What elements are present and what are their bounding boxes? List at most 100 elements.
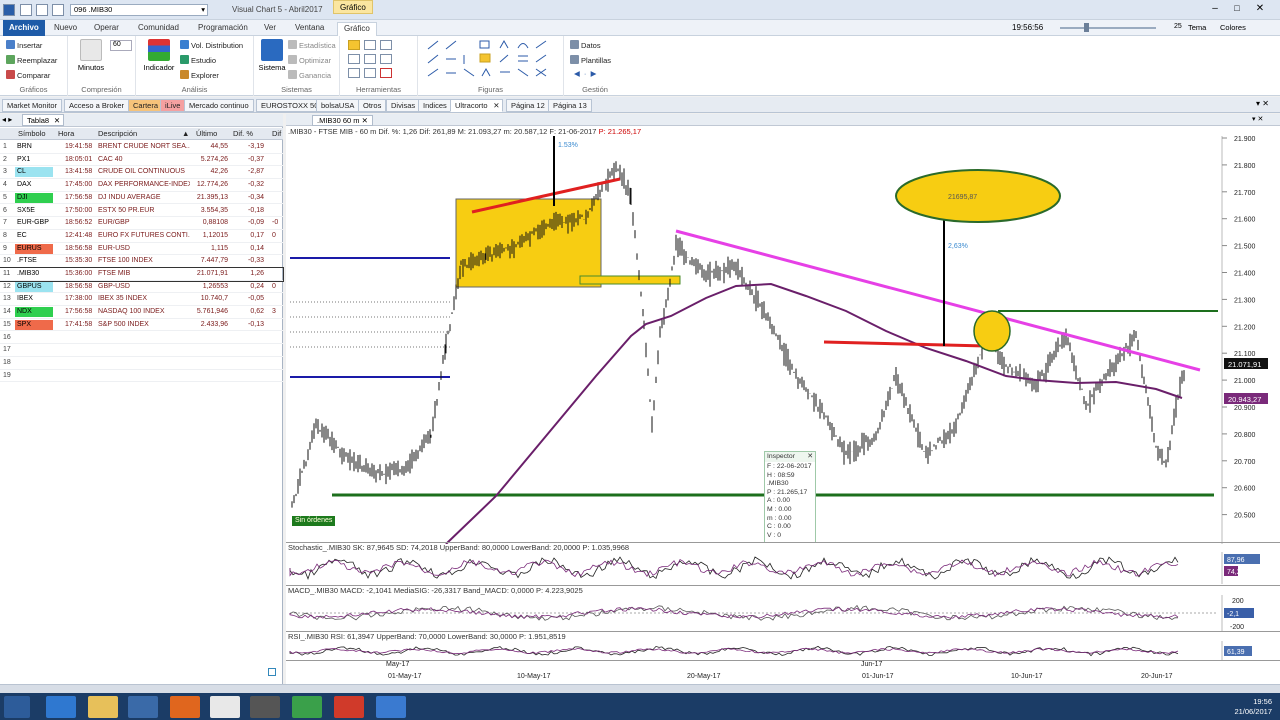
start-button-icon[interactable] bbox=[4, 696, 30, 718]
tab-ventana[interactable]: Ventana bbox=[289, 22, 330, 36]
table-row[interactable]: 6 SX5E 17:50:00 ESTX 50 PR.EUR 3.554,35 -0,18 bbox=[0, 205, 283, 218]
table-row[interactable]: 14 NDX 17:56:58 NASDAQ 100 INDEX 5.761,946 0,… bbox=[0, 306, 283, 319]
table-row[interactable]: 17 bbox=[0, 344, 283, 357]
wstab-eurostoxx50[interactable]: EUROSTOXX 50 bbox=[256, 99, 324, 112]
visual-chart-icon[interactable] bbox=[250, 696, 280, 718]
app-icon[interactable] bbox=[3, 4, 15, 16]
tab-comunidad[interactable]: Comunidad bbox=[132, 22, 185, 36]
context-tab-grafico[interactable]: Gráfico bbox=[333, 0, 373, 14]
wstab-otros[interactable]: Otros bbox=[358, 99, 387, 112]
target-ellipse[interactable] bbox=[895, 169, 1061, 223]
ganancia-button[interactable]: Ganancia bbox=[288, 70, 331, 80]
optimizar-button[interactable]: Optimizar bbox=[288, 55, 331, 65]
zoom-tool-icon[interactable] bbox=[380, 40, 392, 50]
pointer-tool-icon[interactable] bbox=[348, 40, 360, 50]
chart-window-controls-icon[interactable]: ▾ ✕ bbox=[1252, 115, 1263, 123]
small-ellipse[interactable] bbox=[973, 310, 1011, 352]
col-descripcion[interactable]: Descripción bbox=[98, 129, 137, 138]
workspace-selector[interactable]: 096 .MIB30 ▾ bbox=[70, 4, 208, 16]
wstab-cartera[interactable]: Cartera bbox=[128, 99, 164, 112]
table-row[interactable]: 3 CL 13:41:58 CRUDE OIL CONTINUOUS 42,26 -2,8… bbox=[0, 166, 283, 180]
table-tab[interactable]: Tabla8 ✕ bbox=[22, 114, 65, 126]
wstab-ultracorto[interactable]: Ultracorto ✕ bbox=[450, 99, 503, 112]
tab-ver[interactable]: Ver bbox=[258, 22, 282, 36]
colores-menu[interactable]: Colores bbox=[1220, 23, 1246, 32]
compression-value-input[interactable]: 60 bbox=[110, 40, 132, 51]
red-level-line[interactable] bbox=[823, 340, 987, 348]
tab-operar[interactable]: Operar bbox=[88, 22, 125, 36]
col-dif-pct[interactable]: Dif. % bbox=[233, 129, 253, 138]
file-explorer-icon[interactable] bbox=[88, 696, 118, 718]
table-row[interactable]: 8 EC 12:41:48 EURO FX FUTURES CONTI... 1,120… bbox=[0, 230, 283, 243]
table-row[interactable]: 9 EURUS 18:56:58 EUR-USD 1,115 0,14 bbox=[0, 243, 283, 256]
col-dif[interactable]: Dif bbox=[272, 129, 281, 138]
wstab-mercado-continuo[interactable]: Mercado continuo bbox=[184, 99, 254, 112]
grid-tool-icon[interactable] bbox=[348, 68, 360, 78]
close-tab-icon[interactable]: ✕ bbox=[493, 100, 499, 112]
app-icon-blue[interactable] bbox=[376, 696, 406, 718]
minutos-button[interactable]: Minutos bbox=[76, 39, 106, 72]
table-row[interactable]: 7 EUR-GBP 18:56:52 EUR/GBP 0,88108 -0,09 -0 bbox=[0, 217, 283, 230]
table-row[interactable]: 1 BRN 19:41:58 BRENT CRUDE NORT SEA... 44,55… bbox=[0, 141, 283, 154]
indicador-button[interactable]: Indicador bbox=[140, 39, 178, 72]
table-row[interactable]: 18 bbox=[0, 357, 283, 370]
app-window-icon[interactable] bbox=[128, 696, 158, 718]
table-row[interactable]: 19 bbox=[0, 370, 283, 383]
delete-tool-icon[interactable] bbox=[380, 68, 392, 78]
table-row[interactable]: 13 IBEX 17:38:00 IBEX 35 INDEX 10.740,7 -0,05 bbox=[0, 293, 283, 307]
tab-nuevo[interactable]: Nuevo bbox=[48, 22, 83, 36]
wstab-indices[interactable]: Indices bbox=[418, 99, 452, 112]
panel-resize-icon[interactable] bbox=[268, 668, 276, 676]
minimize-icon[interactable]: – bbox=[1208, 3, 1222, 15]
chart-tab[interactable]: .MIB30 60 m ✕ bbox=[312, 115, 373, 126]
wstab-market-monitor[interactable]: Market Monitor bbox=[2, 99, 63, 112]
table-row[interactable]: 4 DAX 17:45:00 DAX PERFORMANCE-INDEX 12.774,… bbox=[0, 179, 283, 192]
rsi-panel[interactable]: 61,39 bbox=[286, 641, 1280, 661]
chrome-icon[interactable] bbox=[292, 696, 322, 718]
measure-tool-icon[interactable] bbox=[380, 54, 392, 64]
wstab-divisas[interactable]: Divisas bbox=[386, 99, 421, 112]
comparar-button[interactable]: Comparar bbox=[6, 70, 50, 80]
table-row[interactable]: 11 .MIB30 15:36:00 FTSE MIB 21.071,91 1,26 bbox=[0, 267, 284, 282]
firefox-icon[interactable] bbox=[170, 696, 200, 718]
close-icon[interactable]: ✕ bbox=[1252, 3, 1268, 15]
tabs-menu-icon[interactable]: ▾ ✕ bbox=[1256, 99, 1269, 108]
drawing-tools-icons[interactable] bbox=[424, 39, 560, 79]
downtrend-line[interactable] bbox=[675, 229, 1201, 372]
col-ultimo[interactable]: Último bbox=[196, 129, 217, 138]
system-tray[interactable]: 19:56 21/06/2017 bbox=[1234, 697, 1272, 717]
media-player-icon[interactable] bbox=[210, 696, 240, 718]
select-tool-icon[interactable] bbox=[348, 54, 360, 64]
zoom-slider[interactable] bbox=[1060, 27, 1156, 29]
small-rectangle[interactable] bbox=[579, 275, 681, 285]
quick-access-print-icon[interactable] bbox=[52, 4, 64, 16]
quick-access-undo-icon[interactable] bbox=[36, 4, 48, 16]
inspector-close-icon[interactable]: ✕ bbox=[807, 452, 813, 462]
col-simbolo[interactable]: Símbolo bbox=[18, 129, 46, 138]
macd-panel[interactable]: 200 -2,1 -200 bbox=[286, 595, 1280, 631]
table-row[interactable]: 16 bbox=[0, 332, 283, 345]
navigation-arrows-icon[interactable]: ◀ · ▶ bbox=[574, 69, 596, 78]
left-nav-arrows-icon[interactable]: ◂ ▸ bbox=[2, 115, 12, 124]
wstab-pagina12[interactable]: Página 12 bbox=[506, 99, 550, 112]
tab-programacion[interactable]: Programación bbox=[192, 22, 254, 36]
table-row[interactable]: 15 SPX 17:41:58 S&P 500 INDEX 2.433,96 -0,13 bbox=[0, 319, 283, 332]
vol-distribution-button[interactable]: Vol. Distribution bbox=[180, 40, 243, 50]
tema-menu[interactable]: Tema bbox=[1188, 23, 1206, 32]
plantillas-button[interactable]: Plantillas bbox=[570, 55, 611, 65]
pdf-reader-icon[interactable] bbox=[334, 696, 364, 718]
close-chart-tab-icon[interactable]: ✕ bbox=[362, 116, 368, 125]
hand-tool-icon[interactable] bbox=[364, 54, 376, 64]
tab-archivo[interactable]: Archivo bbox=[3, 20, 45, 36]
wstab-pagina13[interactable]: Página 13 bbox=[548, 99, 592, 112]
tab-grafico[interactable]: Gráfico bbox=[337, 22, 377, 36]
zoom-slider-thumb[interactable] bbox=[1084, 23, 1089, 32]
table-row[interactable]: 10 .FTSE 15:35:30 FTSE 100 INDEX 7.447,79 -0,… bbox=[0, 255, 283, 268]
maximize-icon[interactable]: □ bbox=[1230, 3, 1244, 15]
stochastic-panel[interactable]: 87,96 74,2 bbox=[286, 552, 1280, 584]
reemplazar-button[interactable]: Reemplazar bbox=[6, 55, 57, 65]
estadistica-button[interactable]: Estadística bbox=[288, 40, 336, 50]
col-hora[interactable]: Hora bbox=[58, 129, 74, 138]
table-row[interactable]: 5 DJI 17:56:58 DJ INDU AVERAGE 21.395,13 -0,3… bbox=[0, 192, 283, 205]
datos-button[interactable]: Datos bbox=[570, 40, 601, 50]
